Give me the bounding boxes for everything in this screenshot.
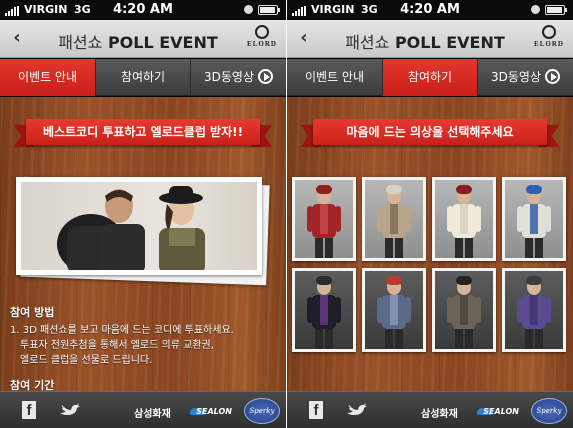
banner-text: 베스트코디 투표하고 엘로드클럽 받자!! xyxy=(26,119,260,145)
title-prefix: 패션쇼 xyxy=(345,33,390,52)
outfit-option[interactable] xyxy=(362,177,426,261)
sealon-logo: SEALON xyxy=(188,404,232,418)
battery-icon xyxy=(258,5,280,15)
outfit-image xyxy=(295,271,353,349)
status-bar: VIRGIN 3G 4:20 AM xyxy=(0,0,286,20)
event-info-screen: VIRGIN 3G 4:20 AM ‹ 패션쇼 POLL EVENT ELORD… xyxy=(0,0,286,428)
banner-ribbon: 베스트코디 투표하고 엘로드클럽 받자!! xyxy=(14,119,272,149)
orientation-lock-icon xyxy=(244,5,253,14)
play-icon xyxy=(258,69,273,84)
sealon-logo-text: SEALON xyxy=(196,407,232,416)
nav-header: ‹ 패션쇼 POLL EVENT ELORD xyxy=(287,20,573,58)
outfit-option[interactable] xyxy=(432,177,496,261)
page-title: 패션쇼 POLL EVENT xyxy=(317,29,533,53)
outfit-image xyxy=(295,180,353,258)
elord-logo-text: ELORD xyxy=(534,40,564,48)
back-button[interactable]: ‹ xyxy=(6,28,28,50)
samsung-fire-logo: 삼성화재 xyxy=(421,409,458,420)
sperky-badge: Sperky xyxy=(244,398,280,424)
period-heading: 참여 기간 xyxy=(10,379,55,391)
tab-event-info[interactable]: 이벤트 안내 xyxy=(0,59,96,96)
title-main: POLL EVENT xyxy=(107,33,218,52)
page-title: 패션쇼 POLL EVENT xyxy=(30,29,246,53)
nav-header: ‹ 패션쇼 POLL EVENT ELORD xyxy=(0,20,286,58)
outfit-option[interactable] xyxy=(292,177,356,261)
how-to-line: 1. 3D 패션쇼를 보고 마음에 드는 코디에 투표하세요. xyxy=(10,325,234,336)
title-main: POLL EVENT xyxy=(394,33,505,52)
how-to-heading: 참여 방법 xyxy=(10,306,55,319)
title-prefix: 패션쇼 xyxy=(58,33,103,52)
tab-3d-video-label: 3D동영상 xyxy=(204,70,254,84)
outfit-option[interactable] xyxy=(502,268,566,352)
tab-3d-video-label: 3D동영상 xyxy=(491,70,541,84)
orientation-lock-icon xyxy=(531,5,540,14)
sperky-badge: Sperky xyxy=(531,398,567,424)
outfit-image xyxy=(435,271,493,349)
tab-bar: 이벤트 안내 참여하기 3D동영상 xyxy=(0,59,286,96)
elord-logo: ELORD xyxy=(531,25,567,53)
tab-bar: 이벤트 안내 참여하기 3D동영상 xyxy=(287,59,573,96)
content-area: 베스트코디 투표하고 엘로드클럽 받자!! 참여 방법 1. 3D 패션쇼를 보… xyxy=(0,97,286,391)
tab-participate[interactable]: 참여하기 xyxy=(96,59,191,96)
participate-screen: VIRGIN 3G 4:20 AM ‹ 패션쇼 POLL EVENT ELORD… xyxy=(287,0,573,428)
outfit-image xyxy=(505,180,563,258)
battery-icon xyxy=(545,5,567,15)
outfit-option[interactable] xyxy=(502,177,566,261)
promo-photo xyxy=(16,176,270,286)
tab-3d-video[interactable]: 3D동영상 xyxy=(191,59,286,96)
outfit-option[interactable] xyxy=(362,268,426,352)
outfit-image xyxy=(435,180,493,258)
play-icon xyxy=(545,69,560,84)
how-to-line: 투표자 전원추첨을 통해서 엘로드 의류 교환권, xyxy=(20,340,214,351)
banner-ribbon: 마음에 드는 의상을 선택해주세요 xyxy=(301,119,559,149)
outfit-option[interactable] xyxy=(432,268,496,352)
facebook-icon[interactable]: f xyxy=(309,401,323,419)
sealon-logo: SEALON xyxy=(475,404,519,418)
facebook-icon[interactable]: f xyxy=(22,401,36,419)
twitter-icon[interactable] xyxy=(347,402,367,416)
models-image xyxy=(21,182,257,270)
tab-3d-video[interactable]: 3D동영상 xyxy=(478,59,573,96)
elord-logo: ELORD xyxy=(244,25,280,53)
elord-logo-text: ELORD xyxy=(247,40,277,48)
elord-logo-icon xyxy=(542,25,556,39)
twitter-icon[interactable] xyxy=(60,402,80,416)
how-to-line: 엘로드 클럽을 선물로 드립니다. xyxy=(20,355,153,366)
footer-bar: f 삼성화재 SEALON Sperky xyxy=(287,391,573,428)
samsung-fire-logo: 삼성화재 xyxy=(134,409,171,420)
status-bar: VIRGIN 3G 4:20 AM xyxy=(287,0,573,20)
banner-text: 마음에 드는 의상을 선택해주세요 xyxy=(313,119,547,145)
outfit-option[interactable] xyxy=(292,268,356,352)
content-area: 마음에 드는 의상을 선택해주세요 xyxy=(287,97,573,391)
elord-logo-icon xyxy=(255,25,269,39)
outfit-image xyxy=(365,180,423,258)
how-to-section: 참여 방법 1. 3D 패션쇼를 보고 마음에 드는 코디에 투표하세요. 투표… xyxy=(10,305,280,368)
outfit-image xyxy=(365,271,423,349)
outfit-image xyxy=(505,271,563,349)
footer-bar: f 삼성화재 SEALON Sperky xyxy=(0,391,286,428)
tab-participate[interactable]: 참여하기 xyxy=(383,59,478,96)
sealon-logo-text: SEALON xyxy=(483,407,519,416)
back-button[interactable]: ‹ xyxy=(293,28,315,50)
tab-event-info[interactable]: 이벤트 안내 xyxy=(287,59,383,96)
